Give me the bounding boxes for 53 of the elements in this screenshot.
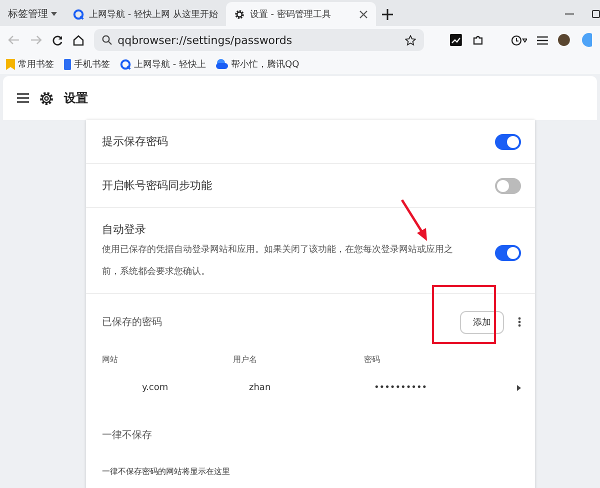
add-button[interactable]: 添加 — [460, 310, 504, 334]
section-title: 一律不保存 — [101, 429, 153, 442]
toggle-switch[interactable] — [495, 244, 521, 260]
column-header: 密码 — [364, 354, 381, 364]
gear-icon — [234, 8, 245, 20]
tab-title: 设置 - 密码管理工具 — [250, 8, 332, 20]
bookmark-icon — [6, 58, 15, 70]
bookmark-item[interactable]: 常用书签 — [6, 58, 54, 70]
password-text: •••••••••• — [373, 383, 428, 393]
browser-tab[interactable]: 上网导航 - 轻快上网 从这里开始 — [65, 2, 226, 26]
gear-icon — [39, 90, 54, 106]
q-logo-icon — [120, 58, 131, 70]
tab-title: 上网导航 - 轻快上网 从这里开始 — [89, 8, 218, 20]
empty-message: 一律不保存密码的网站将显示在这里 — [101, 466, 231, 477]
column-header: 用户名 — [233, 354, 258, 364]
home-icon[interactable] — [72, 34, 84, 46]
caret-icon — [51, 12, 57, 16]
tab-group-button[interactable]: 标签管理 — [0, 2, 65, 26]
setting-label: 自动登录 — [102, 222, 147, 237]
bookmark-item[interactable]: 上网导航 - 轻快上 — [120, 58, 206, 70]
setting-description: 使用已保存的凭据自动登录网站和应用。如果关闭了该功能，在您每次登录网站或应用之前，系统都会要求您确认。 — [102, 244, 454, 279]
browser-tab[interactable]: 设置 - 密码管理工具 — [226, 2, 376, 26]
reload-icon[interactable] — [52, 34, 63, 46]
close-icon[interactable] — [358, 10, 368, 18]
cloud-icon — [216, 59, 228, 69]
bookmark-item[interactable]: 帮小忙，腾讯QQ — [216, 58, 300, 70]
avatar-icon[interactable] — [558, 34, 570, 46]
address-bar[interactable]: qqbrowser://settings/passwords — [94, 29, 424, 51]
q-logo-icon — [73, 8, 84, 20]
section-title: 已保存的密码 — [102, 316, 163, 329]
history-icon[interactable] — [511, 34, 528, 46]
menu-icon[interactable] — [17, 93, 29, 103]
column-header: 网站 — [102, 354, 119, 364]
username-text: zhan — [248, 383, 272, 393]
toggle-switch[interactable] — [495, 134, 521, 150]
toggle-switch[interactable] — [495, 178, 521, 194]
new-tab-icon[interactable] — [382, 8, 393, 20]
chart-icon[interactable] — [450, 34, 462, 46]
setting-label: 开启帐号密码同步功能 — [102, 178, 213, 193]
maximize-icon[interactable] — [592, 10, 600, 18]
menu-icon[interactable] — [537, 36, 548, 44]
highlight-frame — [432, 285, 496, 344]
expand-icon[interactable] — [517, 385, 521, 391]
more-icon[interactable] — [518, 317, 521, 327]
setting-label: 提示保存密码 — [102, 134, 169, 149]
bookmark-item[interactable]: 手机书签 — [64, 58, 110, 70]
star-icon[interactable] — [404, 34, 416, 46]
search-icon — [102, 35, 112, 45]
website-text: y.com — [141, 383, 170, 393]
minimize-icon[interactable] — [565, 13, 574, 15]
phone-icon — [64, 58, 71, 70]
page-title: 设置 — [64, 90, 88, 106]
annotation-arrow — [400, 199, 427, 241]
